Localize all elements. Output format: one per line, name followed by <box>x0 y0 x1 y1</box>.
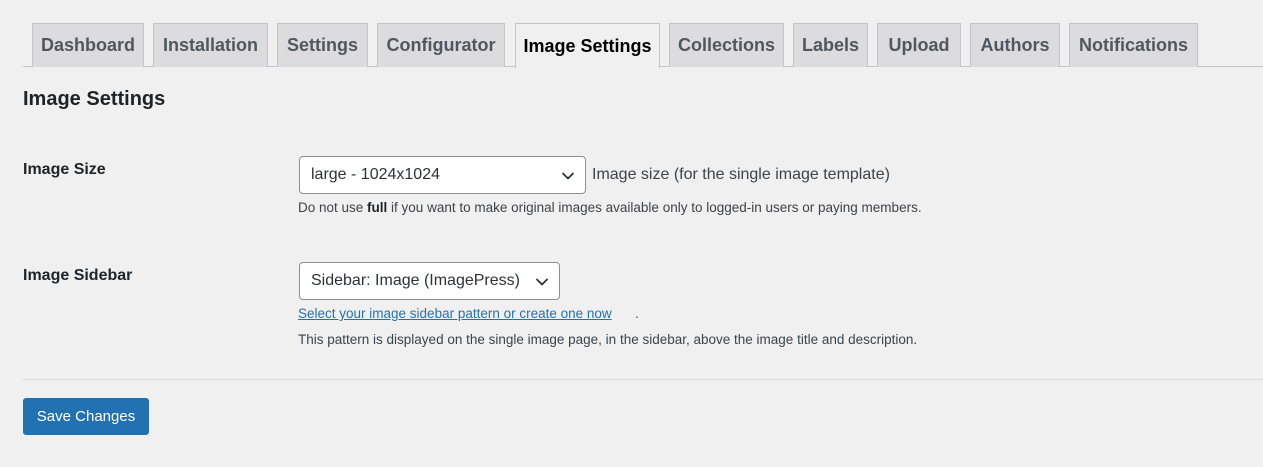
note-bold-full: full <box>367 200 388 215</box>
chevron-down-icon <box>562 172 574 180</box>
tab-dashboard[interactable]: Dashboard <box>32 23 144 67</box>
image-size-label: Image Size <box>23 161 106 178</box>
note-text-before: Do not use <box>298 200 368 215</box>
tab-upload[interactable]: Upload <box>877 23 961 67</box>
image-size-inline-description: Image size (for the single image templat… <box>592 166 890 183</box>
image-sidebar-label: Image Sidebar <box>23 267 133 284</box>
tab-image-settings[interactable]: Image Settings <box>515 23 660 68</box>
tab-collections[interactable]: Collections <box>669 23 784 67</box>
image-sidebar-description: This pattern is displayed on the single … <box>298 332 918 347</box>
sidebar-pattern-link[interactable]: Select your image sidebar pattern or cre… <box>298 306 612 321</box>
image-size-select[interactable]: large - 1024x1024 <box>299 156 586 194</box>
settings-tabs: Dashboard Installation Settings Configur… <box>23 23 1263 68</box>
image-size-note: Do not use full if you want to make orig… <box>298 200 922 215</box>
divider <box>23 379 1263 380</box>
image-sidebar-select[interactable]: Sidebar: Image (ImagePress) <box>299 262 560 300</box>
page-title: Image Settings <box>23 88 166 110</box>
image-size-selected-value: large - 1024x1024 <box>311 166 440 183</box>
tab-labels[interactable]: Labels <box>793 23 868 67</box>
image-sidebar-selected-value: Sidebar: Image (ImagePress) <box>311 272 520 289</box>
tab-installation[interactable]: Installation <box>153 23 268 67</box>
link-suffix: . <box>635 306 639 321</box>
save-changes-button[interactable]: Save Changes <box>23 398 149 435</box>
tab-configurator[interactable]: Configurator <box>377 23 505 67</box>
tab-notifications[interactable]: Notifications <box>1069 23 1198 67</box>
note-text-after: if you want to make original images avai… <box>387 200 922 215</box>
chevron-down-icon <box>536 278 548 286</box>
tab-authors[interactable]: Authors <box>970 23 1060 67</box>
tab-settings[interactable]: Settings <box>277 23 368 67</box>
